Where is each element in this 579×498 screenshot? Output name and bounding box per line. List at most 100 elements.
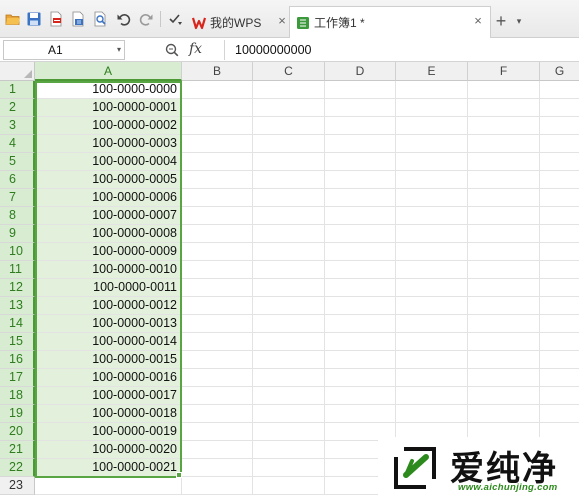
cell-c21[interactable] [253,441,325,459]
cell-g15[interactable] [540,333,579,351]
cell-g18[interactable] [540,387,579,405]
cell-g9[interactable] [540,225,579,243]
close-icon[interactable]: × [472,14,484,27]
cell-c15[interactable] [253,333,325,351]
cell-f18[interactable] [468,387,540,405]
cell-d3[interactable] [325,117,396,135]
cell-c13[interactable] [253,297,325,315]
row-header[interactable]: 2 [0,99,35,117]
cell-d13[interactable] [325,297,396,315]
cell-a18[interactable]: 100-0000-0017 [35,387,182,405]
cell-a22[interactable]: 100-0000-0021 [35,459,182,477]
cell-b11[interactable] [182,261,253,279]
cell-g12[interactable] [540,279,579,297]
cell-b22[interactable] [182,459,253,477]
cell-a11[interactable]: 100-0000-0010 [35,261,182,279]
row-header[interactable]: 23 [0,477,35,495]
fill-handle[interactable] [176,472,182,478]
cell-e1[interactable] [396,81,468,99]
tab-my-wps[interactable]: 我的WPS × [186,7,288,38]
cell-a19[interactable]: 100-0000-0018 [35,405,182,423]
cell-c4[interactable] [253,135,325,153]
cell-c16[interactable] [253,351,325,369]
cell-f12[interactable] [468,279,540,297]
cell-g14[interactable] [540,315,579,333]
cell-c6[interactable] [253,171,325,189]
cell-b20[interactable] [182,423,253,441]
undo-icon[interactable] [115,10,133,28]
tab-workbook[interactable]: 工作簿1 * × [289,6,491,38]
column-header-g[interactable]: G [540,62,579,81]
cell-c9[interactable] [253,225,325,243]
cell-c23[interactable] [253,477,325,495]
cell-d18[interactable] [325,387,396,405]
cell-d6[interactable] [325,171,396,189]
cell-g16[interactable] [540,351,579,369]
cell-f1[interactable] [468,81,540,99]
zoom-search-icon[interactable] [164,42,180,58]
row-header[interactable]: 19 [0,405,35,423]
cell-e10[interactable] [396,243,468,261]
cell-f11[interactable] [468,261,540,279]
cell-d5[interactable] [325,153,396,171]
cell-c20[interactable] [253,423,325,441]
cell-c22[interactable] [253,459,325,477]
cell-c5[interactable] [253,153,325,171]
cell-b16[interactable] [182,351,253,369]
cell-b4[interactable] [182,135,253,153]
insert-function-button[interactable]: fx [189,41,202,57]
cell-e12[interactable] [396,279,468,297]
cell-a1[interactable]: 100-0000-0000 [35,81,182,99]
cell-g3[interactable] [540,117,579,135]
cell-g8[interactable] [540,207,579,225]
cell-a10[interactable]: 100-0000-0009 [35,243,182,261]
row-header[interactable]: 11 [0,261,35,279]
cell-b3[interactable] [182,117,253,135]
cell-e13[interactable] [396,297,468,315]
cell-c2[interactable] [253,99,325,117]
cell-f16[interactable] [468,351,540,369]
column-header-c[interactable]: C [253,62,325,81]
cell-e7[interactable] [396,189,468,207]
cell-d8[interactable] [325,207,396,225]
close-icon[interactable]: × [276,14,288,27]
cell-b14[interactable] [182,315,253,333]
cell-a12[interactable]: 100-0000-0011 [35,279,182,297]
cell-f4[interactable] [468,135,540,153]
cell-a16[interactable]: 100-0000-0015 [35,351,182,369]
row-header[interactable]: 10 [0,243,35,261]
cell-f7[interactable] [468,189,540,207]
row-header[interactable]: 16 [0,351,35,369]
redo-icon[interactable] [137,10,155,28]
cell-e6[interactable] [396,171,468,189]
cell-b7[interactable] [182,189,253,207]
cell-d19[interactable] [325,405,396,423]
print-preview-icon[interactable] [91,10,109,28]
cell-a6[interactable]: 100-0000-0005 [35,171,182,189]
cell-g13[interactable] [540,297,579,315]
cell-c1[interactable] [253,81,325,99]
cell-a20[interactable]: 100-0000-0019 [35,423,182,441]
cell-c3[interactable] [253,117,325,135]
row-header[interactable]: 12 [0,279,35,297]
cell-b10[interactable] [182,243,253,261]
row-header[interactable]: 15 [0,333,35,351]
cell-e5[interactable] [396,153,468,171]
cell-d12[interactable] [325,279,396,297]
row-header[interactable]: 5 [0,153,35,171]
column-header-b[interactable]: B [182,62,253,81]
column-header-e[interactable]: E [396,62,468,81]
cell-g17[interactable] [540,369,579,387]
cell-a7[interactable]: 100-0000-0006 [35,189,182,207]
cell-e9[interactable] [396,225,468,243]
cell-c14[interactable] [253,315,325,333]
cell-g2[interactable] [540,99,579,117]
cell-f5[interactable] [468,153,540,171]
print-icon[interactable] [69,10,87,28]
cell-g7[interactable] [540,189,579,207]
cell-f13[interactable] [468,297,540,315]
cell-c10[interactable] [253,243,325,261]
cell-c18[interactable] [253,387,325,405]
row-header[interactable]: 13 [0,297,35,315]
cell-b15[interactable] [182,333,253,351]
